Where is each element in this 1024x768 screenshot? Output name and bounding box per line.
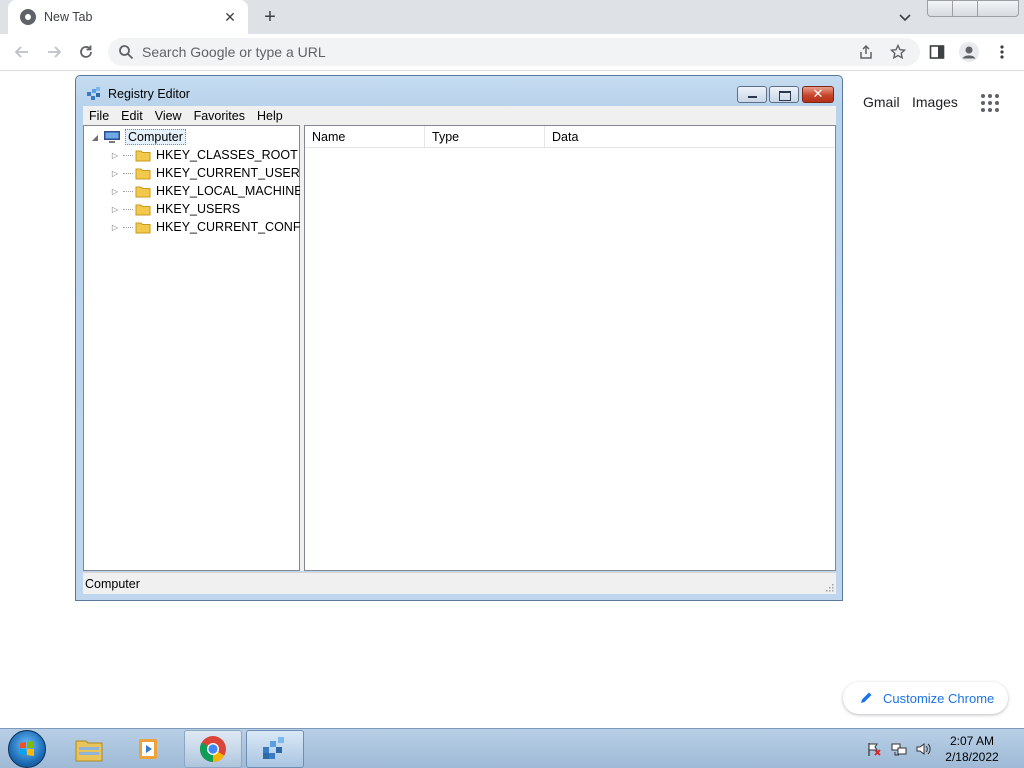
column-header-type[interactable]: Type: [425, 126, 545, 148]
customize-chrome-label: Customize Chrome: [883, 690, 995, 706]
taskbar: 2:07 AM 2/18/2022: [0, 728, 1024, 768]
back-arrow-icon[interactable]: [10, 40, 34, 64]
tree-node-label: HKEY_LOCAL_MACHINE: [156, 184, 303, 198]
menu-favorites[interactable]: Favorites: [188, 109, 251, 123]
column-header-data[interactable]: Data: [545, 126, 835, 148]
tree-node-label: HKEY_CURRENT_USER: [156, 166, 300, 180]
expand-arrow-icon[interactable]: ▷: [110, 169, 120, 178]
search-icon: [119, 45, 134, 60]
resize-grip-icon[interactable]: [824, 582, 834, 592]
tree-node-computer[interactable]: ◢ Computer: [90, 128, 186, 146]
network-icon[interactable]: [891, 741, 907, 757]
close-icon: ✕: [812, 86, 824, 101]
omnibox[interactable]: [108, 38, 920, 66]
more-menu-icon[interactable]: [990, 40, 1014, 64]
status-bar: Computer: [83, 572, 836, 594]
expand-arrow-icon[interactable]: ▷: [110, 151, 120, 160]
media-player-icon: [139, 739, 157, 759]
tree-node-label: HKEY_USERS: [156, 202, 241, 216]
share-icon[interactable]: [858, 44, 874, 60]
collapse-arrow-icon[interactable]: ◢: [90, 133, 100, 142]
chrome-restore-button[interactable]: [952, 0, 978, 17]
bookmark-star-icon[interactable]: [890, 44, 906, 60]
tab-new-tab[interactable]: New Tab ✕: [8, 0, 248, 34]
folder-icon: [135, 168, 151, 180]
tree-node-label: HKEY_CLASSES_ROOT: [156, 148, 298, 162]
chrome-favicon-icon: [20, 9, 36, 25]
taskbar-registry-editor[interactable]: [246, 730, 304, 768]
new-tab-button[interactable]: +: [258, 5, 282, 29]
folder-icon: [135, 204, 151, 216]
chrome-close-button[interactable]: [977, 0, 1019, 17]
reload-icon[interactable]: [74, 40, 98, 64]
start-button[interactable]: [8, 730, 46, 768]
taskbar-explorer[interactable]: [60, 730, 118, 768]
minimize-button[interactable]: [737, 86, 767, 103]
registry-editor-icon: [263, 737, 284, 759]
folder-explorer-icon: [75, 740, 103, 762]
registry-editor-app-icon: [87, 87, 100, 100]
folder-icon: [135, 150, 151, 162]
tab-close-icon[interactable]: ✕: [222, 9, 238, 26]
registry-editor-window[interactable]: Registry Editor ✕ File Edit View Favorit…: [75, 75, 843, 601]
profile-avatar-icon[interactable]: [957, 40, 981, 64]
window-title: Registry Editor: [108, 87, 190, 101]
taskbar-chrome[interactable]: [184, 730, 242, 768]
tab-search-chevron-icon[interactable]: [896, 8, 914, 26]
menu-file[interactable]: File: [83, 109, 115, 123]
computer-icon: [104, 131, 120, 143]
menu-help[interactable]: Help: [251, 109, 289, 123]
tree-node-label: HKEY_CURRENT_CONFIG: [156, 220, 314, 234]
tree-node-hkcu[interactable]: ▷ HKEY_CURRENT_USER: [110, 164, 300, 182]
volume-speaker-icon[interactable]: [915, 741, 931, 757]
status-text: Computer: [85, 577, 140, 591]
tab-strip: New Tab ✕ +: [0, 0, 1024, 34]
action-center-flag-icon[interactable]: [866, 741, 882, 757]
gmail-link[interactable]: Gmail: [863, 94, 900, 110]
chrome-icon: [199, 736, 226, 763]
clock-time: 2:07 AM: [949, 734, 995, 748]
values-list-pane[interactable]: Name Type Data: [304, 125, 836, 571]
customize-chrome-button[interactable]: Customize Chrome: [843, 682, 1008, 714]
expand-arrow-icon[interactable]: ▷: [110, 205, 120, 214]
taskbar-media-player[interactable]: [120, 730, 178, 768]
tree-node-hku[interactable]: ▷ HKEY_USERS: [110, 200, 240, 218]
clock[interactable]: 2:07 AM 2/18/2022: [940, 733, 1004, 765]
browser-toolbar: [0, 34, 1024, 71]
expand-arrow-icon[interactable]: ▷: [110, 223, 120, 232]
menu-edit[interactable]: Edit: [115, 109, 149, 123]
tab-title: New Tab: [44, 10, 93, 24]
tree-node-hkcr[interactable]: ▷ HKEY_CLASSES_ROOT: [110, 146, 298, 164]
registry-tree-pane[interactable]: ◢ Computer ▷ HKEY_CLASSES_ROOT ▷ HKEY_CU…: [83, 125, 314, 571]
menu-bar: File Edit View Favorites Help: [83, 106, 836, 125]
tree-root-label: Computer: [125, 129, 186, 145]
tree-node-hkcc[interactable]: ▷ HKEY_CURRENT_CONFIG: [110, 218, 314, 236]
images-link[interactable]: Images: [912, 94, 958, 110]
google-apps-icon[interactable]: [980, 93, 1000, 113]
chrome-minimize-button[interactable]: [927, 0, 953, 17]
close-button[interactable]: ✕: [802, 86, 834, 103]
maximize-button[interactable]: [769, 86, 799, 103]
side-panel-icon[interactable]: [925, 40, 949, 64]
windows-logo-icon: [20, 741, 34, 756]
pencil-icon: [861, 692, 872, 703]
tree-node-hklm[interactable]: ▷ HKEY_LOCAL_MACHINE: [110, 182, 303, 200]
expand-arrow-icon[interactable]: ▷: [110, 187, 120, 196]
address-input[interactable]: [142, 38, 832, 66]
folder-icon: [135, 186, 151, 198]
clock-date: 2/18/2022: [945, 750, 999, 764]
menu-view[interactable]: View: [149, 109, 188, 123]
folder-icon: [135, 222, 151, 234]
window-title-bar[interactable]: Registry Editor: [86, 85, 190, 103]
column-header-name[interactable]: Name: [305, 126, 425, 148]
forward-arrow-icon[interactable]: [42, 40, 66, 64]
